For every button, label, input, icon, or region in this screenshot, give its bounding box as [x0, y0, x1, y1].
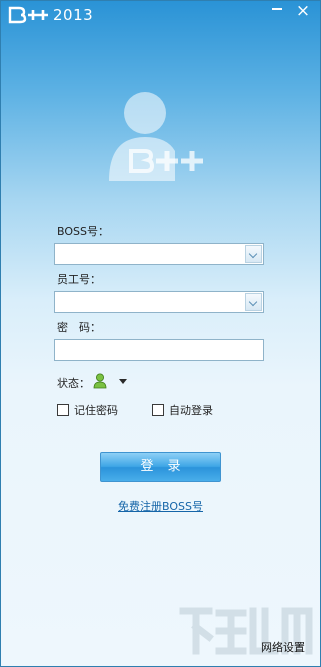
login-button[interactable]: 登录 [100, 452, 221, 482]
password-field[interactable] [54, 339, 264, 361]
status-label: 状态： [57, 377, 90, 390]
status-dropdown-icon[interactable] [119, 379, 127, 384]
close-icon[interactable]: × [293, 1, 313, 21]
title-bar: 2013 × [1, 1, 320, 33]
watermark-logo-icon [179, 601, 319, 666]
password-input[interactable] [55, 340, 263, 360]
employee-number-input[interactable] [55, 292, 248, 312]
employee-number-label: 员工号： [57, 273, 101, 286]
password-label: 密 码： [57, 321, 101, 334]
boss-number-label: BOSS号： [57, 225, 109, 238]
employee-number-dropdown-icon[interactable] [245, 293, 262, 311]
network-settings-link[interactable]: 网络设置 [261, 639, 305, 655]
b-plus-plus-logo-icon [8, 6, 50, 27]
auto-login-label[interactable]: 自动登录 [169, 402, 213, 418]
boss-number-input[interactable] [55, 244, 248, 264]
avatar-logo-icon [101, 87, 221, 186]
remember-password-label[interactable]: 记住密码 [74, 402, 118, 418]
login-window: 2013 × BOSS号： 员工号： 密 码： 状态： 记住密码 自动登录 登录… [0, 0, 321, 667]
online-user-icon[interactable] [93, 373, 107, 392]
employee-number-combobox[interactable] [54, 291, 264, 313]
minimize-icon[interactable] [270, 4, 284, 14]
auto-login-checkbox[interactable] [152, 404, 164, 416]
boss-number-combobox[interactable] [54, 243, 264, 265]
register-boss-link[interactable]: 免费注册BOSS号 [118, 498, 203, 514]
remember-password-checkbox[interactable] [57, 404, 69, 416]
app-title: 2013 [53, 6, 94, 24]
boss-number-dropdown-icon[interactable] [245, 245, 262, 263]
